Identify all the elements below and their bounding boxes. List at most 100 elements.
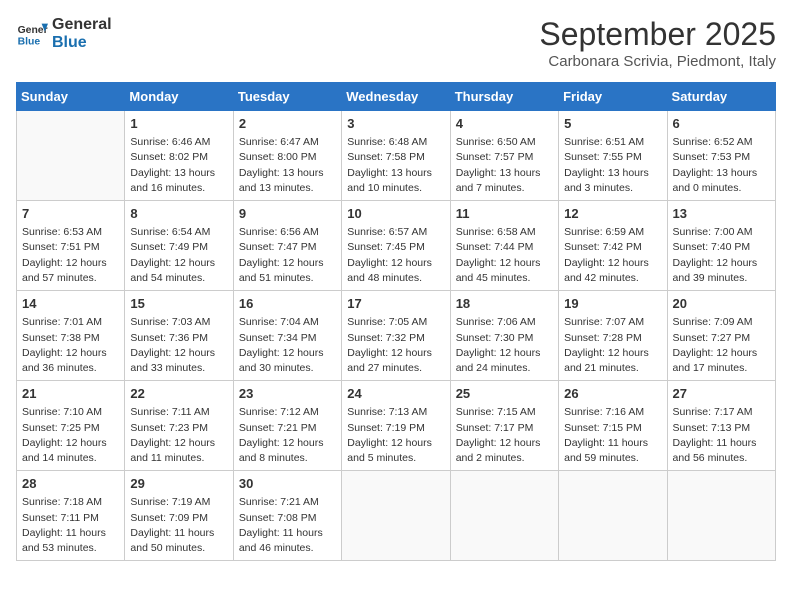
calendar-cell: 4Sunrise: 6:50 AM Sunset: 7:57 PM Daylig…: [450, 111, 558, 201]
day-number: 17: [347, 295, 444, 313]
day-number: 22: [130, 385, 227, 403]
calendar-cell: 1 Sunrise: 6:46 AM Sunset: 8:02 PM Daylig…: [125, 111, 233, 201]
calendar-cell: 6Sunrise: 6:52 AM Sunset: 7:53 PM Daylig…: [667, 111, 775, 201]
title-block: September 2025 Carbonara Scrivia, Piedmo…: [539, 16, 776, 70]
day-number: 18: [456, 295, 553, 313]
svg-text:Blue: Blue: [18, 36, 41, 47]
calendar-cell: [559, 471, 667, 561]
column-header-monday: Monday: [125, 83, 233, 111]
column-header-sunday: Sunday: [17, 83, 125, 111]
calendar-week-5: 28Sunrise: 7:18 AM Sunset: 7:11 PM Dayli…: [17, 471, 776, 561]
calendar-body: 1 Sunrise: 6:46 AM Sunset: 8:02 PM Daylig…: [17, 111, 776, 561]
day-info: Sunrise: 6:47 AM Sunset: 8:00 PM Dayligh…: [239, 135, 336, 196]
calendar-week-2: 7 Sunrise: 6:53 AM Sunset: 7:51 PM Daylig…: [17, 201, 776, 291]
page-header: General Blue General Blue September 2025…: [16, 16, 776, 70]
day-info: Sunrise: 6:58 AM Sunset: 7:44 PM Dayligh…: [456, 225, 553, 286]
logo-general: General: [52, 16, 112, 34]
calendar-cell: 7 Sunrise: 6:53 AM Sunset: 7:51 PM Daylig…: [17, 201, 125, 291]
day-info: Sunrise: 7:21 AM Sunset: 7:08 PM Dayligh…: [239, 495, 336, 556]
day-number: 29: [130, 475, 227, 493]
day-info: Sunrise: 7:13 AM Sunset: 7:19 PM Dayligh…: [347, 405, 444, 466]
column-header-tuesday: Tuesday: [233, 83, 341, 111]
day-info: Sunrise: 7:06 AM Sunset: 7:30 PM Dayligh…: [456, 315, 553, 376]
calendar-cell: 9 Sunrise: 6:56 AM Sunset: 7:47 PM Daylig…: [233, 201, 341, 291]
calendar-cell: 29 Sunrise: 7:19 AM Sunset: 7:09 PM Dayli…: [125, 471, 233, 561]
calendar-cell: 17 Sunrise: 7:05 AM Sunset: 7:32 PM Dayli…: [342, 291, 450, 381]
day-number: 3: [347, 115, 444, 133]
day-info: Sunrise: 7:00 AM Sunset: 7:40 PM Dayligh…: [673, 225, 770, 286]
calendar-cell: 8 Sunrise: 6:54 AM Sunset: 7:49 PM Daylig…: [125, 201, 233, 291]
calendar-title: September 2025: [539, 16, 776, 53]
day-number: 24: [347, 385, 444, 403]
day-info: Sunrise: 6:56 AM Sunset: 7:47 PM Dayligh…: [239, 225, 336, 286]
day-info: Sunrise: 7:17 AM Sunset: 7:13 PM Dayligh…: [673, 405, 770, 466]
calendar-header-row: SundayMondayTuesdayWednesdayThursdayFrid…: [17, 83, 776, 111]
day-info: Sunrise: 7:15 AM Sunset: 7:17 PM Dayligh…: [456, 405, 553, 466]
day-info: Sunrise: 6:57 AM Sunset: 7:45 PM Dayligh…: [347, 225, 444, 286]
calendar-cell: 23 Sunrise: 7:12 AM Sunset: 7:21 PM Dayli…: [233, 381, 341, 471]
calendar-cell: 22Sunrise: 7:11 AM Sunset: 7:23 PM Dayli…: [125, 381, 233, 471]
column-header-saturday: Saturday: [667, 83, 775, 111]
day-number: 20: [673, 295, 770, 313]
day-info: Sunrise: 7:19 AM Sunset: 7:09 PM Dayligh…: [130, 495, 227, 556]
column-header-friday: Friday: [559, 83, 667, 111]
day-number: 30: [239, 475, 336, 493]
column-header-wednesday: Wednesday: [342, 83, 450, 111]
day-info: Sunrise: 6:54 AM Sunset: 7:49 PM Dayligh…: [130, 225, 227, 286]
calendar-cell: 14Sunrise: 7:01 AM Sunset: 7:38 PM Dayli…: [17, 291, 125, 381]
day-number: 12: [564, 205, 661, 223]
calendar-cell: 24 Sunrise: 7:13 AM Sunset: 7:19 PM Dayli…: [342, 381, 450, 471]
calendar-cell: 25Sunrise: 7:15 AM Sunset: 7:17 PM Dayli…: [450, 381, 558, 471]
day-info: Sunrise: 7:07 AM Sunset: 7:28 PM Dayligh…: [564, 315, 661, 376]
calendar-cell: 20 Sunrise: 7:09 AM Sunset: 7:27 PM Dayli…: [667, 291, 775, 381]
calendar-cell: [17, 111, 125, 201]
day-number: 23: [239, 385, 336, 403]
day-info: Sunrise: 7:04 AM Sunset: 7:34 PM Dayligh…: [239, 315, 336, 376]
calendar-cell: 11 Sunrise: 6:58 AM Sunset: 7:44 PM Dayli…: [450, 201, 558, 291]
day-info: Sunrise: 6:51 AM Sunset: 7:55 PM Dayligh…: [564, 135, 661, 196]
calendar-subtitle: Carbonara Scrivia, Piedmont, Italy: [539, 53, 776, 70]
day-number: 19: [564, 295, 661, 313]
calendar-week-3: 14Sunrise: 7:01 AM Sunset: 7:38 PM Dayli…: [17, 291, 776, 381]
day-info: Sunrise: 7:16 AM Sunset: 7:15 PM Dayligh…: [564, 405, 661, 466]
day-number: 16: [239, 295, 336, 313]
day-number: 7: [22, 205, 119, 223]
calendar-cell: 2 Sunrise: 6:47 AM Sunset: 8:00 PM Daylig…: [233, 111, 341, 201]
calendar-cell: 12 Sunrise: 6:59 AM Sunset: 7:42 PM Dayli…: [559, 201, 667, 291]
calendar-cell: 16 Sunrise: 7:04 AM Sunset: 7:34 PM Dayli…: [233, 291, 341, 381]
day-info: Sunrise: 7:03 AM Sunset: 7:36 PM Dayligh…: [130, 315, 227, 376]
calendar-week-4: 21Sunrise: 7:10 AM Sunset: 7:25 PM Dayli…: [17, 381, 776, 471]
day-info: Sunrise: 7:12 AM Sunset: 7:21 PM Dayligh…: [239, 405, 336, 466]
calendar-cell: 10Sunrise: 6:57 AM Sunset: 7:45 PM Dayli…: [342, 201, 450, 291]
calendar-cell: 18 Sunrise: 7:06 AM Sunset: 7:30 PM Dayli…: [450, 291, 558, 381]
column-header-thursday: Thursday: [450, 83, 558, 111]
day-number: 1: [130, 115, 227, 133]
calendar-table: SundayMondayTuesdayWednesdayThursdayFrid…: [16, 82, 776, 561]
day-info: Sunrise: 6:59 AM Sunset: 7:42 PM Dayligh…: [564, 225, 661, 286]
calendar-cell: 5Sunrise: 6:51 AM Sunset: 7:55 PM Daylig…: [559, 111, 667, 201]
day-number: 9: [239, 205, 336, 223]
day-number: 11: [456, 205, 553, 223]
day-info: Sunrise: 7:05 AM Sunset: 7:32 PM Dayligh…: [347, 315, 444, 376]
calendar-cell: 27 Sunrise: 7:17 AM Sunset: 7:13 PM Dayli…: [667, 381, 775, 471]
calendar-cell: [667, 471, 775, 561]
day-number: 13: [673, 205, 770, 223]
day-number: 26: [564, 385, 661, 403]
day-info: Sunrise: 7:01 AM Sunset: 7:38 PM Dayligh…: [22, 315, 119, 376]
day-info: Sunrise: 6:50 AM Sunset: 7:57 PM Dayligh…: [456, 135, 553, 196]
day-info: Sunrise: 6:46 AM Sunset: 8:02 PM Dayligh…: [130, 135, 227, 196]
calendar-cell: 28Sunrise: 7:18 AM Sunset: 7:11 PM Dayli…: [17, 471, 125, 561]
calendar-cell: 15Sunrise: 7:03 AM Sunset: 7:36 PM Dayli…: [125, 291, 233, 381]
logo: General Blue General Blue: [16, 16, 112, 51]
calendar-cell: 26 Sunrise: 7:16 AM Sunset: 7:15 PM Dayli…: [559, 381, 667, 471]
calendar-cell: [342, 471, 450, 561]
day-info: Sunrise: 7:10 AM Sunset: 7:25 PM Dayligh…: [22, 405, 119, 466]
logo-blue: Blue: [52, 34, 112, 52]
calendar-cell: [450, 471, 558, 561]
calendar-cell: 21Sunrise: 7:10 AM Sunset: 7:25 PM Dayli…: [17, 381, 125, 471]
day-info: Sunrise: 6:53 AM Sunset: 7:51 PM Dayligh…: [22, 225, 119, 286]
day-number: 27: [673, 385, 770, 403]
day-number: 2: [239, 115, 336, 133]
day-number: 8: [130, 205, 227, 223]
day-info: Sunrise: 7:09 AM Sunset: 7:27 PM Dayligh…: [673, 315, 770, 376]
